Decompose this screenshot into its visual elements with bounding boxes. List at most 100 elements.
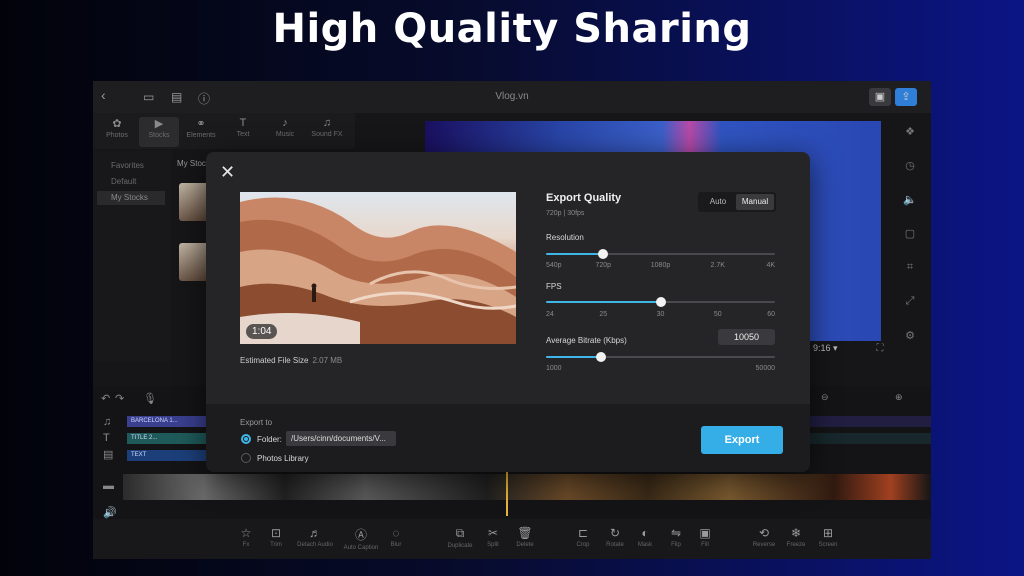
tool-photos[interactable]: ✿ Photos <box>97 117 137 147</box>
playhead[interactable] <box>506 466 508 516</box>
media-heading: My Stock <box>177 159 210 168</box>
zoom-in-icon[interactable]: ⊕ <box>895 392 903 403</box>
expand-icon[interactable]: ⤢ <box>901 295 919 308</box>
layers-icon[interactable]: ❖ <box>901 125 919 138</box>
fps-knob[interactable] <box>655 297 666 307</box>
tool-label: Crop <box>576 542 590 548</box>
tool-text[interactable]: T Text <box>223 117 263 147</box>
fps-slider[interactable] <box>546 297 775 307</box>
sidebar-item-default[interactable]: Default <box>97 175 165 189</box>
fps-label: FPS <box>546 282 562 291</box>
tool-label: Text <box>236 131 250 138</box>
redo-icon[interactable]: ↷ <box>115 392 124 405</box>
tool-label: Music <box>275 131 295 138</box>
export-button[interactable]: Export <box>701 426 783 454</box>
tool-reverse[interactable]: ⟲ Reverse <box>746 526 782 548</box>
tool-stocks[interactable]: ▶ Stocks <box>139 117 179 147</box>
blur-icon: ◌ <box>392 526 400 540</box>
tool-label: Elements <box>186 132 216 139</box>
tool-freeze[interactable]: ❄ Freeze <box>778 526 814 548</box>
tool-fill[interactable]: ▣ Fill <box>687 526 723 548</box>
tool-duplicate[interactable]: ⧉ Duplicate <box>442 526 478 549</box>
media-thumbnail[interactable] <box>179 243 209 281</box>
media-tools: ✿ Photos ▶ Stocks ⚭ Elements T Text ♪ Music ♫ Sound… <box>93 113 355 149</box>
video-clip-strip[interactable] <box>123 474 931 500</box>
tool-label: Fill <box>701 542 709 548</box>
media-thumbnail[interactable] <box>179 183 209 221</box>
tool-delete[interactable]: 🗑 Delete <box>507 526 543 548</box>
tool-split[interactable]: ✂ Split <box>475 526 511 548</box>
fullscreen-icon[interactable]: ⛶ <box>871 343 889 354</box>
tick-label: 540p <box>546 262 562 269</box>
tool-label: Freeze <box>786 542 806 548</box>
zoom-out-icon[interactable]: ⊖ <box>821 392 829 403</box>
sidebar-item-my-stocks[interactable]: My Stocks <box>97 191 165 205</box>
aspect-ratio-selector[interactable]: 9:16 ▾ <box>813 343 838 354</box>
tool-crop[interactable]: ⊏ Crop <box>565 526 601 548</box>
volume-icon[interactable]: 🔈 <box>901 193 919 206</box>
settings-icon[interactable]: ⚙ <box>901 329 919 342</box>
tool-label: Duplicate <box>447 543 473 549</box>
bitrate-min: 1000 <box>546 365 562 372</box>
bitrate-knob[interactable] <box>595 352 606 362</box>
photos-library-label: Photos Library <box>257 454 309 463</box>
project-title: Vlog.vn <box>495 91 529 102</box>
quality-mode-toggle: Auto Manual <box>698 192 776 212</box>
tool-label: Trim <box>270 542 282 548</box>
elements-icon: ⚭ <box>196 118 206 130</box>
export-preview: 1:04 <box>240 192 516 344</box>
tool-auto-caption[interactable]: Ⓐ Auto Caption <box>343 526 379 551</box>
tool-sound-fx[interactable]: ♫ Sound FX <box>307 117 347 147</box>
canyon-image <box>240 197 516 344</box>
delete-icon: 🗑 <box>517 526 533 540</box>
crop-frame-icon[interactable]: ⌗ <box>901 261 919 274</box>
microphone-icon[interactable]: 🎙 <box>143 392 157 405</box>
crop-icon: ⊏ <box>577 526 589 540</box>
save-button[interactable]: ▣ <box>869 88 891 106</box>
title-clip[interactable]: TITLE 2... <box>127 433 207 444</box>
folder-radio[interactable] <box>241 434 251 444</box>
tool-label: Flip <box>671 542 681 548</box>
mode-manual-button[interactable]: Manual <box>736 194 774 210</box>
sidebar-item-favorites[interactable]: Favorites <box>97 159 165 173</box>
sound-fx-icon: ♫ <box>322 117 332 129</box>
bitrate-label: Average Bitrate (Kbps) <box>546 336 627 345</box>
resolution-label: Resolution <box>546 233 584 242</box>
freeze-icon: ❄ <box>790 526 802 540</box>
folder-label: Folder: <box>257 435 282 444</box>
stocks-icon: ▶ <box>154 118 164 130</box>
tool-elements[interactable]: ⚭ Elements <box>181 117 221 147</box>
folder-path-field[interactable]: /Users/cinn/documents/V... <box>286 431 396 446</box>
auto-caption-icon: Ⓐ <box>354 528 367 542</box>
caption-track-icon: ▤ <box>103 449 114 461</box>
mode-auto-button[interactable]: Auto <box>700 194 736 210</box>
tool-trim[interactable]: ⊡ Trim <box>258 526 294 548</box>
resolution-knob[interactable] <box>598 249 609 259</box>
tool-detach-audio[interactable]: ♬ Detach Audio <box>297 526 333 548</box>
music-track-icon: ♫ <box>103 416 112 428</box>
screen-icon: ⊞ <box>822 526 834 540</box>
resolution-slider[interactable] <box>546 249 775 259</box>
file-size: Estimated File Size 2.07 MB <box>240 356 343 365</box>
tool-music[interactable]: ♪ Music <box>265 117 305 147</box>
bitrate-slider[interactable] <box>546 352 775 362</box>
speed-icon[interactable]: ◷ <box>901 159 919 172</box>
tick-label: 60 <box>767 311 775 318</box>
text-clip[interactable]: TEXT <box>127 450 207 461</box>
adjust-icon[interactable]: ▢ <box>901 227 919 240</box>
fill-icon: ▣ <box>699 526 711 540</box>
tool-label: Photos <box>106 132 128 139</box>
text-track-icon: T <box>103 432 110 444</box>
music-clip[interactable]: BARCELONA 1... <box>127 416 207 427</box>
photos-library-radio[interactable] <box>241 453 251 463</box>
undo-icon[interactable]: ↶ <box>101 392 110 405</box>
tool-blur[interactable]: ◌ Blur <box>378 526 414 548</box>
split-icon: ✂ <box>487 526 499 540</box>
share-button[interactable]: ⇪ <box>895 88 917 106</box>
tool-label: Split <box>487 542 499 548</box>
top-bar: ‹ ▭ ▤ ⓘ Vlog.vn ▣ ⇪ <box>93 81 931 113</box>
tick-label: 2.7K <box>710 262 725 269</box>
bitrate-input[interactable]: 10050 <box>718 329 775 345</box>
tool-screen[interactable]: ⊞ Screen <box>810 526 846 548</box>
close-icon[interactable]: ✕ <box>220 162 235 183</box>
